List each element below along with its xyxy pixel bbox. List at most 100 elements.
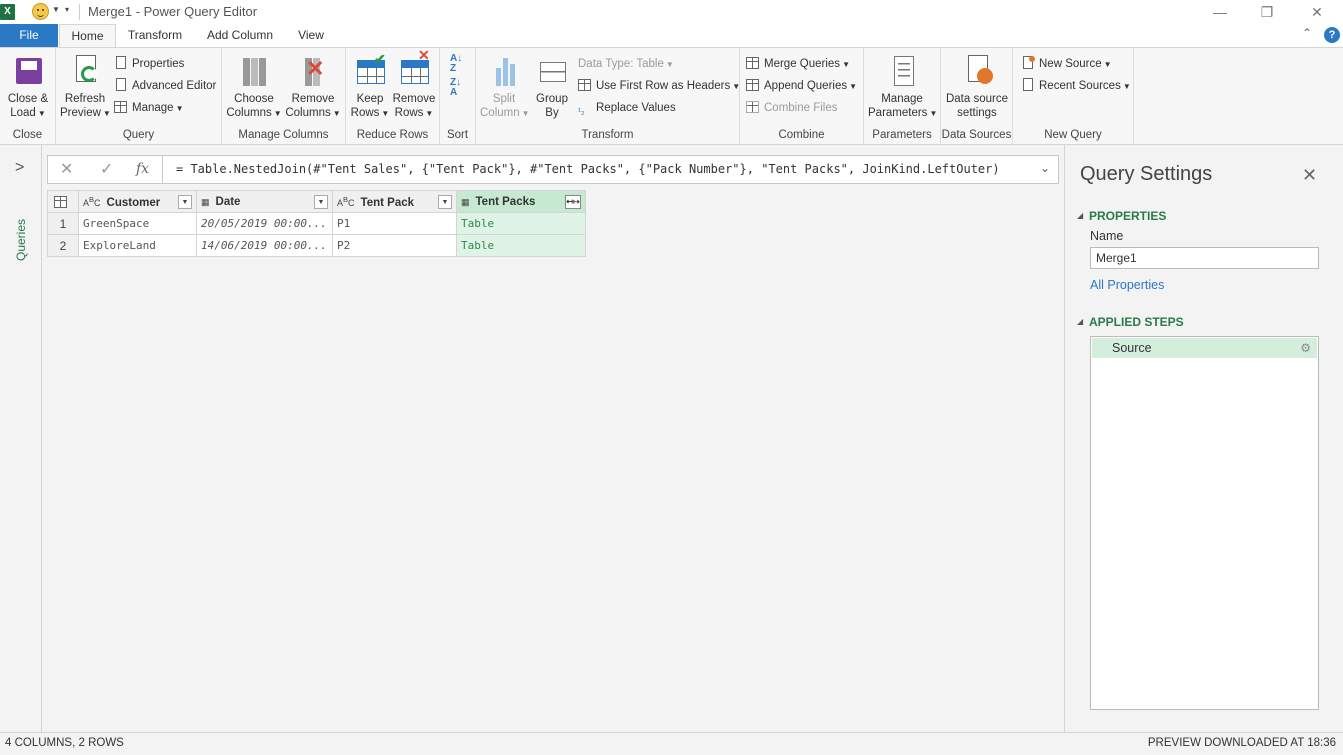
remove-rows-button[interactable]: ✕ Remove Rows ▼ [392,48,436,121]
confirm-formula-icon[interactable]: ✓ [100,159,113,179]
manage-parameters-button[interactable]: Manage Parameters ▼ [868,54,937,121]
group-label-combine: Combine [778,129,825,141]
expand-formula-chevron-icon[interactable]: ⌄ [1040,161,1050,175]
keep-rows-icon: ✔ [354,52,386,88]
header-row: ABC Customer ▼ ▦ Date ▼ ABC Tent Pack ▼ ▦ Te… [47,190,586,213]
table-row: 2 ExploreLand 14/06/2019 00:00... P2 Tab… [47,234,586,257]
tab-file[interactable]: File [0,24,58,47]
smiley-feedback-icon[interactable] [32,3,49,20]
recent-sources-button[interactable]: Recent Sources ▼ [1021,77,1131,95]
append-queries-button[interactable]: Append Queries ▼ [746,77,857,95]
combine-files-button[interactable]: Combine Files [746,99,838,117]
replace-values-button[interactable]: ¹₂ Replace Values [578,99,676,117]
fx-icon[interactable]: fx [136,161,149,177]
applied-steps-list: Source ⚙ [1090,336,1319,710]
collapse-properties-icon[interactable]: ◢ [1077,211,1083,220]
table-menu-corner[interactable] [47,190,79,213]
tab-add-column[interactable]: Add Column [200,24,280,47]
status-preview-time: PREVIEW DOWNLOADED AT 18:36 [1147,737,1336,749]
group-label-manage-columns: Manage Columns [238,129,329,141]
table-menu-icon [54,196,67,208]
group-close: Close & Load ▼ Close [0,48,56,144]
queries-pane-label[interactable]: Queries [14,201,28,261]
formula-bar: ✕ ✓ fx = Table.NestedJoin(#"Tent Sales",… [47,155,1059,184]
restore-icon[interactable]: ❐ [1257,2,1277,22]
cell-tent-pack[interactable]: P2 [332,234,457,257]
split-column-icon [488,54,520,88]
remove-columns-button[interactable]: ✕ Remove Columns ▼ [284,54,342,121]
formula-input[interactable]: = Table.NestedJoin(#"Tent Sales", {"Tent… [176,162,1000,176]
cell-date[interactable]: 20/05/2019 00:00... [196,212,333,235]
group-combine: Merge Queries ▼ Append Queries ▼ Combine F… [740,48,864,144]
customize-toolbar-icon[interactable]: ▾ [65,5,69,14]
properties-section-title[interactable]: PROPERTIES [1089,209,1166,223]
feedback-dropdown-icon[interactable]: ▼ [52,5,60,14]
parameters-icon [886,54,918,88]
properties-button[interactable]: Properties [114,55,184,73]
query-name-input[interactable] [1090,247,1319,269]
expand-column-icon[interactable]: ↤↦ [565,195,581,209]
refresh-preview-button[interactable]: Refresh Preview ▼ [60,54,111,121]
recent-sources-icon [1021,78,1035,92]
minimize-icon[interactable]: — [1210,2,1230,22]
new-source-icon [1021,56,1035,70]
cell-date[interactable]: 14/06/2019 00:00... [196,234,333,257]
status-row-count: 4 COLUMNS, 2 ROWS [5,737,124,749]
expand-queries-chevron-icon[interactable]: > [15,159,24,177]
cell-tent-packs-table-link[interactable]: Table [456,212,586,235]
help-icon[interactable]: ? [1324,27,1340,43]
choose-columns-button[interactable]: Choose Columns ▼ [226,54,282,121]
collapse-steps-icon[interactable]: ◢ [1077,317,1083,326]
gear-icon[interactable]: ⚙ [1300,338,1311,358]
remove-columns-icon: ✕ [297,54,329,88]
sort-descending-icon[interactable]: Z↓ A [450,78,461,98]
tab-home[interactable]: Home [59,24,116,48]
advanced-editor-button[interactable]: Advanced Editor [114,77,216,95]
applied-steps-title[interactable]: APPLIED STEPS [1089,315,1184,329]
group-by-button[interactable]: Group By [532,54,572,120]
close-settings-icon[interactable]: ✕ [1302,165,1317,186]
group-label-data-sources: Data Sources [941,129,1012,141]
remove-rows-icon: ✕ [398,48,430,88]
ribbon-tabs: File Home Transform Add Column View ⌃ ? [0,24,1343,48]
merge-queries-button[interactable]: Merge Queries ▼ [746,55,850,73]
sort-ascending-icon[interactable]: A↓ Z [450,54,462,74]
cell-customer[interactable]: ExploreLand [78,234,197,257]
column-header-customer[interactable]: ABC Customer ▼ [78,190,197,213]
settings-title: Query Settings [1080,163,1213,185]
append-queries-icon [746,78,760,92]
cancel-formula-icon[interactable]: ✕ [60,159,73,179]
data-grid: ABC Customer ▼ ▦ Date ▼ ABC Tent Pack ▼ ▦ Te… [47,190,586,257]
cell-customer[interactable]: GreenSpace [78,212,197,235]
window-title: Merge1 - Power Query Editor [88,4,258,19]
list-item[interactable]: Source ⚙ [1092,338,1317,358]
close-load-icon [12,54,44,88]
data-type-dropdown[interactable]: Data Type: Table ▼ [578,55,674,73]
tab-view[interactable]: View [290,24,332,47]
new-source-button[interactable]: New Source ▼ [1021,55,1112,73]
step-label: Source [1112,341,1152,355]
column-header-date[interactable]: ▦ Date ▼ [196,190,333,213]
date-type-icon: ▦ [201,196,210,207]
data-source-settings-button[interactable]: Data source settings [943,54,1011,120]
column-header-tent-pack[interactable]: ABC Tent Pack ▼ [332,190,457,213]
first-row-headers-icon [578,78,592,92]
filter-dropdown-icon[interactable]: ▼ [314,195,328,209]
cell-tent-pack[interactable]: P1 [332,212,457,235]
split-column-button[interactable]: Split Column ▼ [480,54,530,121]
keep-rows-button[interactable]: ✔ Keep Rows ▼ [350,52,390,121]
tab-transform[interactable]: Transform [120,24,190,47]
merge-queries-icon [746,56,760,70]
cell-tent-packs-table-link[interactable]: Table [456,234,586,257]
row-number[interactable]: 2 [47,234,79,257]
use-first-row-button[interactable]: Use First Row as Headers ▼ [578,77,740,95]
column-header-tent-packs[interactable]: ▦ Tent Packs ↤↦ [456,190,586,213]
close-and-load-button[interactable]: Close & Load ▼ [4,54,52,121]
all-properties-link[interactable]: All Properties [1090,278,1164,292]
filter-dropdown-icon[interactable]: ▼ [438,195,452,209]
close-window-icon[interactable]: ✕ [1307,2,1327,22]
collapse-ribbon-icon[interactable]: ⌃ [1302,26,1312,40]
filter-dropdown-icon[interactable]: ▼ [178,195,192,209]
manage-button[interactable]: Manage ▼ [114,99,183,117]
row-number[interactable]: 1 [47,212,79,235]
